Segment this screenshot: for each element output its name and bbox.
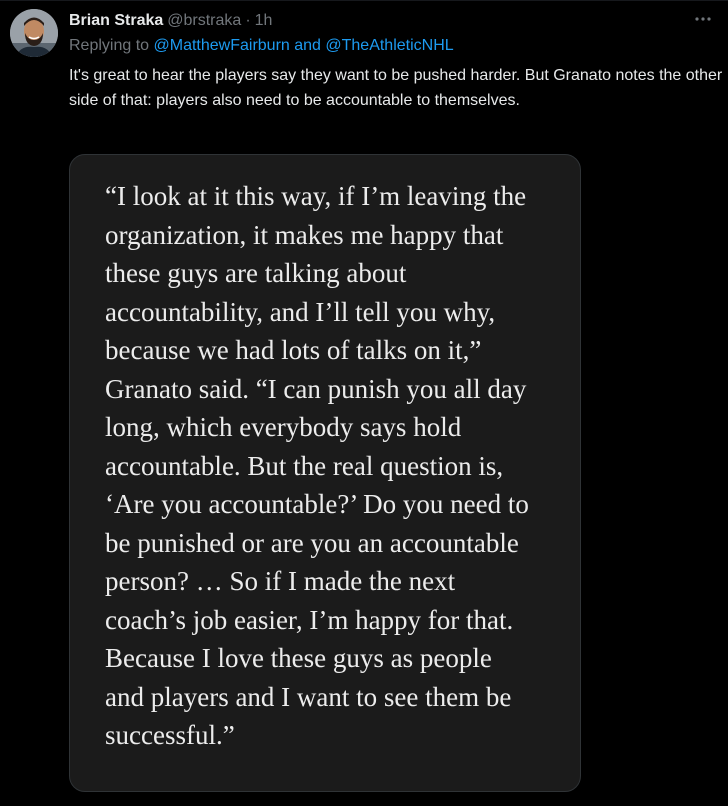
replying-to: Replying to @MatthewFairburn and @TheAth…	[69, 37, 454, 55]
tweet-header: Brian Straka @brstraka · 1h	[69, 10, 272, 32]
separator-dot: ·	[245, 12, 251, 29]
avatar[interactable]	[10, 9, 58, 57]
more-dots-icon	[695, 17, 711, 21]
author-name[interactable]: Brian Straka	[69, 12, 163, 30]
quote-text: “I look at it this way, if I’m leaving t…	[105, 181, 529, 750]
replying-to-prefix: Replying to	[69, 37, 150, 54]
tweet-text: It's great to hear the players say they …	[69, 67, 723, 109]
more-options-button[interactable]	[690, 8, 716, 30]
tweet-media-image[interactable]: “I look at it this way, if I’m leaving t…	[69, 154, 581, 792]
timestamp[interactable]: 1h	[255, 12, 273, 30]
top-divider	[0, 0, 728, 1]
avatar-image	[10, 9, 58, 57]
reply-mentions-link[interactable]: @MatthewFairburn and @TheAthleticNHL	[154, 37, 454, 54]
author-handle[interactable]: @brstraka	[167, 12, 241, 30]
